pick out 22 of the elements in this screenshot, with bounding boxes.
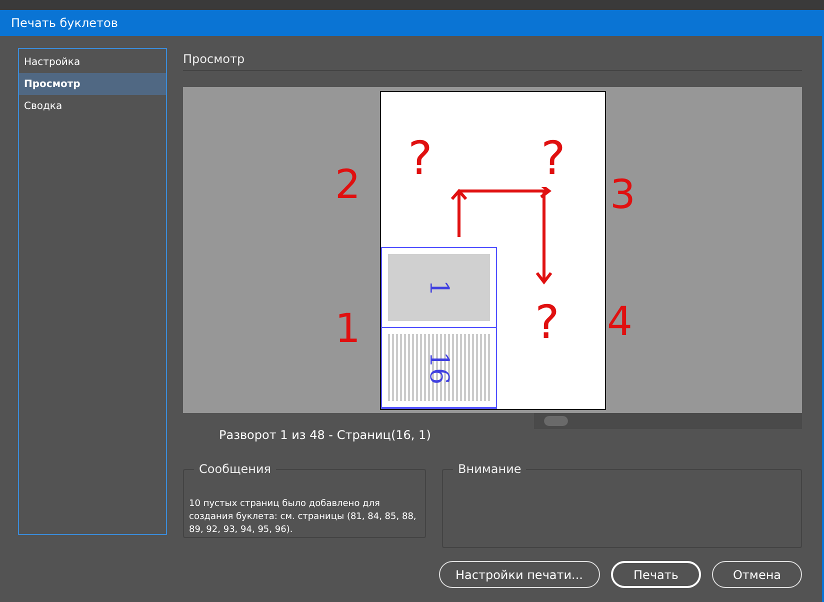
print-button[interactable]: Печать bbox=[611, 561, 701, 588]
scrollbar[interactable] bbox=[534, 413, 802, 429]
annotation-number: 1 bbox=[335, 309, 360, 349]
print-settings-button[interactable]: Настройки печати... bbox=[438, 561, 600, 588]
question-mark: ? bbox=[541, 135, 566, 181]
sidebar-item[interactable]: Просмотр bbox=[19, 73, 166, 95]
message-text: 10 пустых страниц было добавлено для создания буклета: см. страницы (81, 84, 85, 88, 89, 92, 93, 94, 95, 96). bbox=[189, 498, 418, 537]
annotation-number: 2 bbox=[335, 165, 360, 205]
window-title: Печать буклетов bbox=[0, 10, 822, 36]
page-number: 1 bbox=[424, 279, 454, 296]
section-title: Просмотр bbox=[183, 48, 802, 71]
page-number: 16 bbox=[424, 350, 454, 384]
question-mark: ? bbox=[535, 299, 560, 345]
panel-title: Внимание bbox=[457, 462, 522, 476]
sidebar-item[interactable]: Настройка bbox=[19, 51, 166, 73]
spread-label: Разворот 1 из 48 - Страниц(16, 1) bbox=[218, 428, 432, 442]
annotation-number: 4 bbox=[607, 302, 632, 342]
sidebar-item[interactable]: Сводка bbox=[19, 95, 166, 117]
panel-title: Сообщения bbox=[198, 462, 272, 476]
question-mark: ? bbox=[408, 135, 432, 181]
annotation-number: 3 bbox=[610, 175, 636, 215]
cancel-button[interactable]: Отмена bbox=[712, 561, 802, 588]
